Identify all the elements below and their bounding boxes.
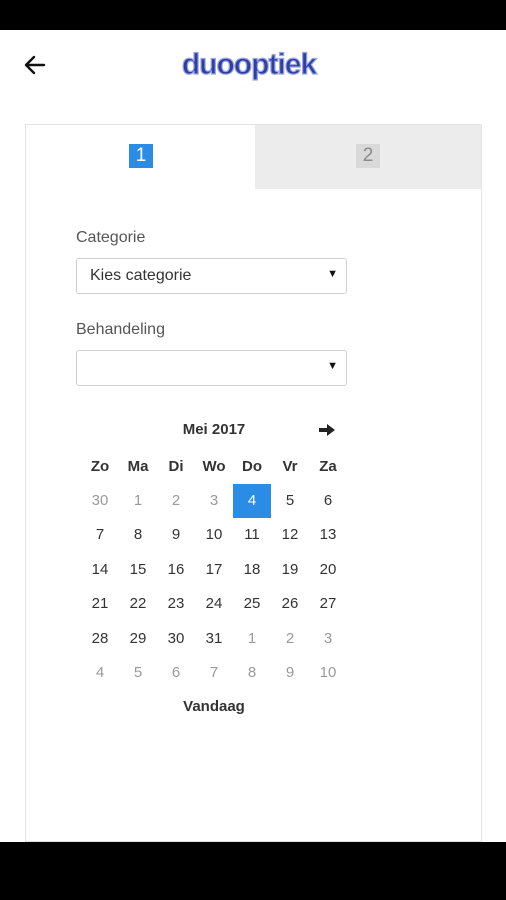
- weekday-label: Do: [242, 458, 262, 475]
- booking-card: 1 2 Categorie Kies categorie ▼ Behandeli…: [25, 124, 482, 842]
- arrow-left-icon: [24, 55, 46, 75]
- caret-down-icon: ▼: [327, 360, 338, 372]
- calendar-day-selected[interactable]: 4: [233, 484, 271, 518]
- calendar-day[interactable]: 8: [119, 518, 157, 552]
- calendar-day[interactable]: 24: [195, 587, 233, 621]
- calendar-day[interactable]: 31: [195, 622, 233, 656]
- system-nav-bar: [0, 842, 506, 900]
- calendar-week-row: 14 15 16 17 18 19 20: [81, 553, 347, 587]
- calendar-day[interactable]: 10: [309, 656, 347, 690]
- weekday-label: Ma: [127, 458, 149, 475]
- calendar-day[interactable]: 25: [233, 587, 271, 621]
- step-number: 1: [129, 144, 153, 168]
- step-number: 2: [356, 144, 380, 168]
- calendar-day[interactable]: 7: [81, 518, 119, 552]
- calendar-day[interactable]: 12: [271, 518, 309, 552]
- calendar-day[interactable]: 9: [157, 518, 195, 552]
- category-select-value: Kies categorie: [90, 267, 192, 284]
- calendar-day[interactable]: 9: [271, 656, 309, 690]
- calendar-day[interactable]: 5: [119, 656, 157, 690]
- logo-text: duooptiek: [182, 48, 318, 81]
- calendar-day[interactable]: 13: [309, 518, 347, 552]
- category-select[interactable]: Kies categorie ▼: [76, 258, 347, 294]
- weekday-label: Di: [168, 458, 184, 475]
- step-tab-2[interactable]: 2: [255, 125, 481, 189]
- calendar-day[interactable]: 10: [195, 518, 233, 552]
- calendar-day[interactable]: 11: [233, 518, 271, 552]
- calendar-day[interactable]: 1: [119, 484, 157, 518]
- step-tabs: 1 2: [26, 125, 481, 189]
- next-month-button[interactable]: [317, 421, 337, 439]
- calendar-day[interactable]: 27: [309, 587, 347, 621]
- calendar-day[interactable]: 6: [309, 484, 347, 518]
- back-button[interactable]: [18, 50, 52, 80]
- status-bar: [0, 0, 506, 30]
- calendar-day[interactable]: 21: [81, 587, 119, 621]
- calendar-day[interactable]: 2: [157, 484, 195, 518]
- calendar-day[interactable]: 20: [309, 553, 347, 587]
- calendar-day[interactable]: 1: [233, 622, 271, 656]
- calendar-day[interactable]: 17: [195, 553, 233, 587]
- calendar-month-title: Mei 2017: [182, 421, 246, 438]
- weekday-label: Zo: [90, 458, 110, 475]
- calendar-day[interactable]: 30: [81, 484, 119, 518]
- treatment-select[interactable]: ▼: [76, 350, 347, 386]
- calendar-day[interactable]: 28: [81, 622, 119, 656]
- arrow-right-icon: [319, 424, 335, 436]
- calendar-day[interactable]: 19: [271, 553, 309, 587]
- calendar-day[interactable]: 8: [233, 656, 271, 690]
- calendar-week-row: 28 29 30 31 1 2 3: [81, 622, 347, 656]
- calendar-day[interactable]: 30: [157, 622, 195, 656]
- calendar-day[interactable]: 3: [309, 622, 347, 656]
- step-tab-1[interactable]: 1: [26, 125, 255, 189]
- brand-logo: duooptiek: [181, 47, 319, 81]
- calendar-week-row: 4 5 6 7 8 9 10: [81, 656, 347, 690]
- calendar-day[interactable]: 23: [157, 587, 195, 621]
- calendar-day[interactable]: 22: [119, 587, 157, 621]
- calendar-day[interactable]: 5: [271, 484, 309, 518]
- weekday-label: Za: [319, 458, 337, 475]
- calendar-day[interactable]: 4: [81, 656, 119, 690]
- calendar-day[interactable]: 26: [271, 587, 309, 621]
- treatment-label: Behandeling: [76, 321, 165, 338]
- calendar-week-row: 21 22 23 24 25 26 27: [81, 587, 347, 621]
- calendar-day[interactable]: 18: [233, 553, 271, 587]
- calendar-week-row: 7 8 9 10 11 12 13: [81, 518, 347, 552]
- calendar-day[interactable]: 29: [119, 622, 157, 656]
- calendar-day[interactable]: 6: [157, 656, 195, 690]
- calendar-day[interactable]: 2: [271, 622, 309, 656]
- calendar-week-row: 30 1 2 3 4 5 6: [81, 484, 347, 518]
- weekday-label: Wo: [202, 458, 226, 475]
- category-label: Categorie: [76, 229, 146, 246]
- calendar-day[interactable]: 15: [119, 553, 157, 587]
- calendar-day[interactable]: 3: [195, 484, 233, 518]
- weekday-label: Vr: [282, 458, 298, 475]
- calendar-day[interactable]: 7: [195, 656, 233, 690]
- today-button[interactable]: Vandaag: [81, 698, 347, 715]
- app-header: duooptiek: [0, 30, 506, 100]
- calendar-day[interactable]: 16: [157, 553, 195, 587]
- caret-down-icon: ▼: [327, 268, 338, 280]
- weekday-header: Zo Ma Di Wo Do Vr Za: [81, 450, 347, 484]
- calendar-day[interactable]: 14: [81, 553, 119, 587]
